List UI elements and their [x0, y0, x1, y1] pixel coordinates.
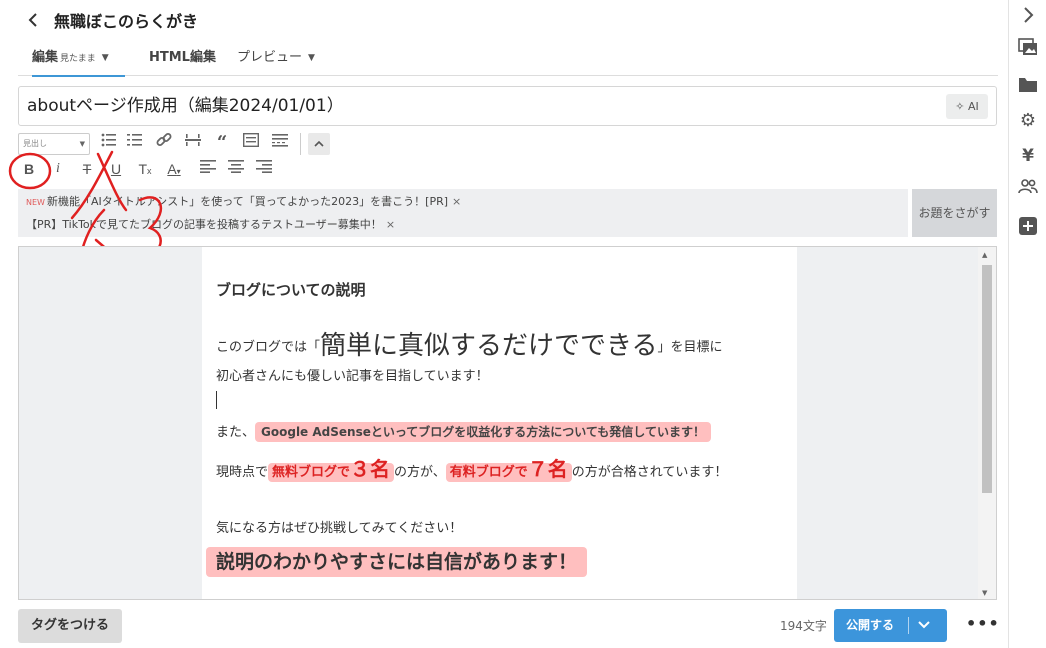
align-right-icon[interactable]	[253, 158, 275, 180]
folder-icon[interactable]	[1017, 76, 1039, 98]
text-run: の方が、	[394, 465, 446, 480]
notice-text[interactable]: 【PR】TikTokで見てたブログの記事を投稿するテストユーザー募集中！	[26, 218, 382, 231]
more-options-icon[interactable]: •••	[966, 614, 1000, 633]
publish-button[interactable]: 公開する	[834, 609, 947, 642]
chevron-right-icon[interactable]	[1017, 6, 1039, 28]
add-tags-button[interactable]: タグをつける	[18, 609, 122, 643]
blog-title: 無職ぼこのらくがき	[54, 12, 199, 31]
link-icon[interactable]	[153, 132, 175, 154]
emphasis-text: 有料ブログで	[449, 465, 528, 480]
content-paragraph[interactable]: 説明のわかりやすさには自信があります！	[206, 547, 588, 577]
notice-item[interactable]: NEW 新機能「AIタイトルアシスト」を使って「買ってよかった2023」を書こう！…	[26, 194, 461, 211]
tab-edit[interactable]: 編集 見たまま ▼	[32, 48, 125, 77]
table-of-contents-icon[interactable]	[240, 132, 262, 154]
users-icon[interactable]	[1017, 178, 1039, 200]
scroll-down-icon[interactable]: ▼	[982, 589, 987, 597]
ai-assist-label: AI	[967, 100, 979, 113]
bulleted-list-icon[interactable]	[98, 132, 120, 154]
add-icon[interactable]	[1017, 217, 1039, 239]
scroll-up-icon[interactable]: ▲	[982, 251, 987, 259]
gear-icon[interactable]: ⚙	[1017, 110, 1039, 132]
blockquote-icon[interactable]: “	[211, 132, 233, 154]
yen-icon[interactable]: ¥	[1017, 145, 1039, 167]
text-run: また、	[216, 425, 256, 440]
text-run: 」を目標に	[657, 340, 723, 355]
chevron-down-icon: ▼	[101, 53, 109, 63]
tab-edit-mode: 見たまま	[60, 54, 96, 64]
emphasis-text: 無料ブログで	[272, 465, 351, 480]
emphasis-count: ３名	[350, 457, 391, 481]
italic-icon[interactable]: i	[47, 158, 69, 180]
text-color-icon[interactable]: A▾	[163, 158, 185, 180]
chevron-down-icon: ▼	[308, 53, 315, 63]
tab-preview[interactable]: プレビュー ▼	[237, 48, 315, 69]
content-paragraph[interactable]: 現時点で 無料ブログで３名 の方が、 有料ブログで７名 の方が合格されています！	[216, 453, 727, 482]
highlighted-text: 説明のわかりやすさには自信があります！	[206, 547, 588, 577]
text-run: の方が合格されています！	[571, 465, 728, 480]
content-paragraph[interactable]: 気になる方はぜひ挑戦してみてください！	[216, 517, 462, 536]
ai-assist-button[interactable]: ✧ AI	[946, 94, 988, 119]
text-run: このブログでは「	[216, 340, 321, 355]
numbered-list-icon[interactable]	[124, 132, 146, 154]
close-icon[interactable]: ×	[386, 218, 395, 231]
back-icon[interactable]	[24, 11, 42, 31]
bold-icon[interactable]: B	[18, 158, 40, 180]
button-divider	[908, 617, 909, 634]
content-paragraph[interactable]: このブログでは「簡単に真似するだけでできる」を目標に	[216, 325, 723, 362]
content-paragraph[interactable]: また、 Google AdSenseといってブログを収益化する方法についても発信し…	[216, 421, 711, 442]
character-count: 194文字	[780, 619, 827, 633]
scroll-thumb[interactable]	[982, 265, 992, 493]
editor-area[interactable]: ブログについての説明 このブログでは「簡単に真似するだけでできる」を目標に 初心…	[18, 246, 997, 600]
align-center-icon[interactable]	[225, 158, 247, 180]
annotation-label: 太字	[0, 140, 2, 141]
tab-html-edit[interactable]: HTML編集	[149, 48, 216, 68]
notice-text[interactable]: 新機能「AIタイトルアシスト」を使って「買ってよかった2023」を書こう！[PR…	[47, 195, 448, 208]
sparkle-icon: ✧	[955, 100, 965, 113]
tab-preview-label: プレビュー	[237, 50, 303, 65]
read-more-icon[interactable]	[269, 132, 291, 154]
block-format-select[interactable]: 見出し ▼	[18, 133, 90, 155]
align-left-icon[interactable]	[197, 158, 219, 180]
strikethrough-icon[interactable]: T	[76, 158, 98, 180]
new-badge: NEW	[26, 198, 45, 207]
underline-icon[interactable]: U	[105, 158, 127, 180]
text-caret	[216, 391, 217, 409]
toolbar-divider	[300, 133, 301, 155]
chevron-down-icon[interactable]	[918, 609, 930, 642]
right-sidebar: ⚙ ¥	[1008, 0, 1046, 648]
highlighted-text: Google AdSenseといってブログを収益化する方法についても発信していま…	[255, 422, 711, 442]
editor-content[interactable]: ブログについての説明 このブログでは「簡単に真似するだけでできる」を目標に 初心…	[202, 247, 797, 599]
tab-html-label: HTML編集	[149, 50, 216, 65]
notice-item[interactable]: 【PR】TikTokで見てたブログの記事を投稿するテストユーザー募集中！ ×	[26, 217, 395, 233]
editor-scrollbar[interactable]: ▲ ▼	[978, 247, 996, 599]
large-text: 簡単に真似するだけでできる	[320, 331, 658, 361]
notice-area: NEW 新機能「AIタイトルアシスト」を使って「買ってよかった2023」を書こう！…	[18, 189, 908, 237]
clear-format-icon[interactable]: Tx	[134, 158, 156, 180]
post-title-field[interactable]: aboutページ作成用（編集2024/01/01） ✧ AI	[18, 86, 997, 126]
block-format-value: 見出し	[23, 139, 47, 148]
find-topic-button[interactable]: お題をさがす	[912, 189, 997, 237]
content-paragraph[interactable]: 初心者さんにも優しい記事を目指しています！	[216, 365, 489, 384]
collapse-toolbar-button[interactable]	[308, 133, 330, 155]
post-title-input[interactable]: aboutページ作成用（編集2024/01/01）	[27, 95, 907, 117]
close-icon[interactable]: ×	[452, 195, 461, 208]
editor-tabs: 編集 見たまま ▼ HTML編集 プレビュー ▼	[18, 44, 998, 77]
photo-upload-icon[interactable]	[1017, 38, 1039, 60]
text-run: 現時点で	[216, 465, 269, 480]
tab-edit-label: 編集	[32, 50, 59, 65]
horizontal-rule-icon[interactable]	[182, 132, 204, 154]
emphasis-count: ７名	[527, 457, 568, 481]
publish-label[interactable]: 公開する	[846, 609, 894, 642]
chevron-down-icon: ▼	[79, 140, 85, 148]
content-heading[interactable]: ブログについての説明	[216, 279, 366, 300]
